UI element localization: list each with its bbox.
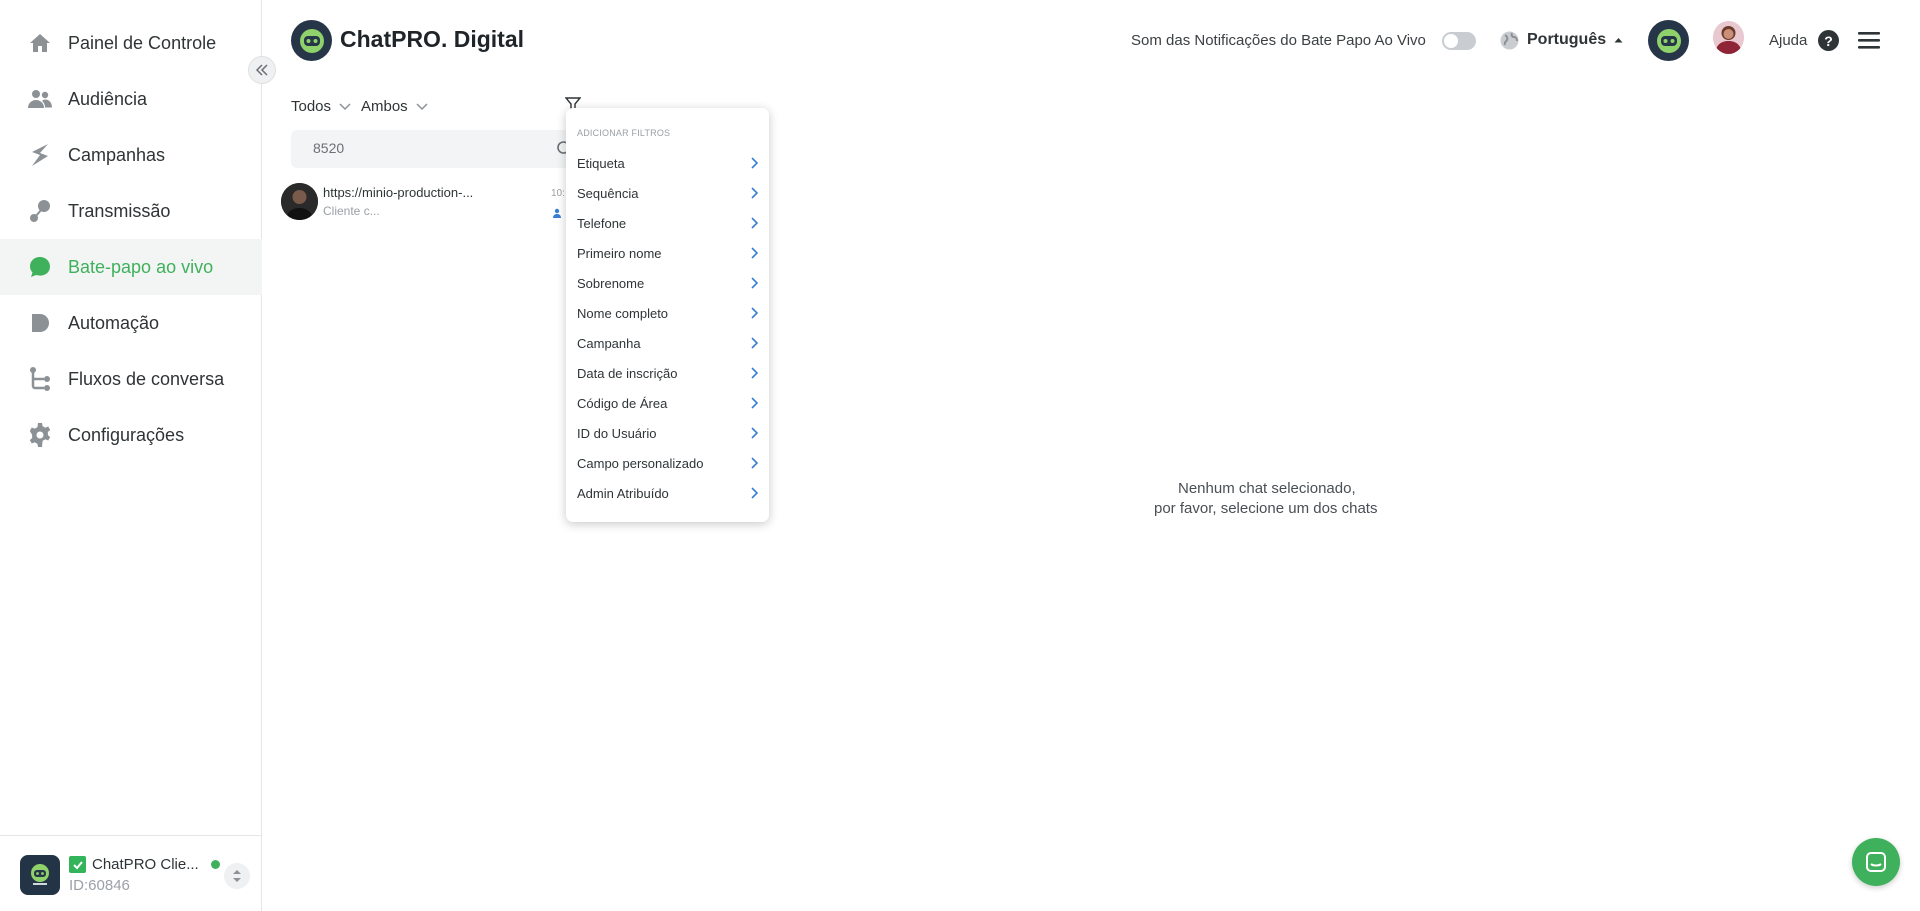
empty-state-line-2: por favor, selecione um dos chats (1154, 500, 1378, 517)
chevron-down-icon (416, 102, 428, 110)
chevron-right-icon (751, 337, 758, 349)
sidebar-item-audience[interactable]: Audiência (0, 71, 262, 127)
filter-option-assigned-admin[interactable]: Admin Atribuído (566, 478, 769, 508)
filter-option-full-name[interactable]: Nome completo (566, 298, 769, 328)
chevron-right-icon (751, 307, 758, 319)
sidebar-item-label: Transmissão (68, 200, 171, 221)
sidebar-item-campaigns[interactable]: Campanhas (0, 127, 262, 183)
filter-option-user-id[interactable]: ID do Usuário (566, 418, 769, 448)
globe-icon (1499, 30, 1520, 56)
chevron-right-icon (751, 217, 758, 229)
sidebar-item-settings[interactable]: Configurações (0, 407, 262, 463)
sidebar-item-broadcast[interactable]: Transmissão (0, 183, 262, 239)
account-name: ChatPRO Clie... (92, 856, 199, 873)
filter-option-campaign[interactable]: Campanha (566, 328, 769, 358)
sidebar-item-label: Fluxos de conversa (68, 368, 225, 389)
chat-title: https://minio-production-... (323, 185, 474, 200)
account-switcher[interactable]: ChatPRO Clie... ID:60846 (0, 835, 262, 911)
users-icon (27, 86, 53, 112)
sidebar-item-label: Bate-papo ao vivo (68, 256, 214, 277)
verified-check-icon (69, 856, 86, 873)
account-logo (20, 855, 60, 895)
chat-subtitle: Cliente c... (323, 204, 380, 218)
filter-option-phone[interactable]: Telefone (566, 208, 769, 238)
chat-time: 10: (551, 188, 565, 199)
sidebar-item-flows[interactable]: Fluxos de conversa (0, 351, 262, 407)
sidebar-item-label: Configurações (68, 424, 185, 445)
empty-state-line-1: Nenhum chat selecionado, (1178, 480, 1356, 497)
sidebar-item-label: Campanhas (68, 144, 166, 165)
chat-search-input[interactable] (313, 140, 533, 156)
filter-option-signup-date[interactable]: Data de inscrição (566, 358, 769, 388)
language-label: Português (1527, 31, 1607, 48)
channel-filter-dropdown[interactable]: Ambos (361, 98, 428, 115)
notification-sound-label: Som das Notificações do Bate Papo Ao Viv… (1131, 32, 1426, 49)
flow-icon (27, 366, 53, 392)
filter-option-last-name[interactable]: Sobrenome (566, 268, 769, 298)
filter-option-first-name[interactable]: Primeiro nome (566, 238, 769, 268)
account-id: ID:60846 (69, 877, 130, 894)
chevron-right-icon (751, 247, 758, 259)
switch-account-icon[interactable] (224, 863, 250, 889)
add-filters-menu: ADICIONAR FILTROS Etiqueta Sequência Tel… (566, 108, 769, 522)
chevron-right-icon (751, 157, 758, 169)
chat-launcher-icon (1866, 852, 1886, 872)
channel-filter-label: Ambos (361, 98, 408, 115)
sidebar-item-dashboard[interactable]: Painel de Controle (0, 15, 262, 71)
chevron-down-icon (339, 102, 351, 110)
filter-option-tag[interactable]: Etiqueta (566, 148, 769, 178)
menu-heading: ADICIONAR FILTROS (577, 128, 671, 138)
support-chat-launcher-button[interactable] (1852, 838, 1900, 886)
collapse-sidebar-button[interactable] (248, 56, 276, 84)
online-status-dot (210, 860, 220, 869)
brand-name: ChatPRO. Digital (340, 26, 525, 52)
sidebar-item-live-chat[interactable]: Bate-papo ao vivo (0, 239, 262, 295)
status-filter-label: Todos (291, 98, 332, 115)
chevron-right-icon (751, 487, 758, 499)
chat-search-box[interactable] (291, 130, 581, 168)
notification-sound-toggle[interactable] (1442, 32, 1476, 50)
chevron-right-icon (751, 187, 758, 199)
chat-list-item[interactable]: https://minio-production-... Cliente c..… (281, 182, 581, 222)
campaigns-icon (27, 142, 53, 168)
bot-avatar[interactable] (1648, 20, 1689, 61)
home-icon (27, 30, 53, 56)
status-filter-dropdown[interactable]: Todos (291, 98, 351, 115)
chevron-right-icon (751, 457, 758, 469)
help-icon[interactable]: ? (1818, 30, 1839, 51)
hamburger-menu-icon[interactable] (1858, 30, 1880, 55)
sidebar: Painel de Controle Audiência Campanhas T… (0, 0, 262, 911)
brand-logo (291, 20, 332, 61)
sidebar-item-label: Audiência (68, 88, 148, 109)
chevron-right-icon (751, 397, 758, 409)
language-selector[interactable]: Português (1527, 31, 1623, 49)
filter-option-area-code[interactable]: Código de Área (566, 388, 769, 418)
chevron-right-icon (751, 427, 758, 439)
automation-icon (27, 310, 53, 336)
sidebar-item-label: Automação (68, 312, 160, 333)
user-avatar[interactable] (1713, 21, 1744, 54)
filter-option-custom-field[interactable]: Campo personalizado (566, 448, 769, 478)
sidebar-item-automation[interactable]: Automação (0, 295, 262, 351)
filter-option-sequence[interactable]: Sequência (566, 178, 769, 208)
assigned-user-icon (552, 205, 562, 223)
help-label[interactable]: Ajuda (1769, 32, 1807, 49)
chevron-right-icon (751, 367, 758, 379)
contact-avatar (281, 183, 318, 220)
caret-up-icon (1614, 38, 1623, 43)
chat-bubble-icon (27, 254, 53, 280)
sidebar-item-label: Painel de Controle (68, 32, 217, 53)
gear-icon (27, 422, 53, 448)
chevron-right-icon (751, 277, 758, 289)
broadcast-icon (27, 198, 53, 224)
